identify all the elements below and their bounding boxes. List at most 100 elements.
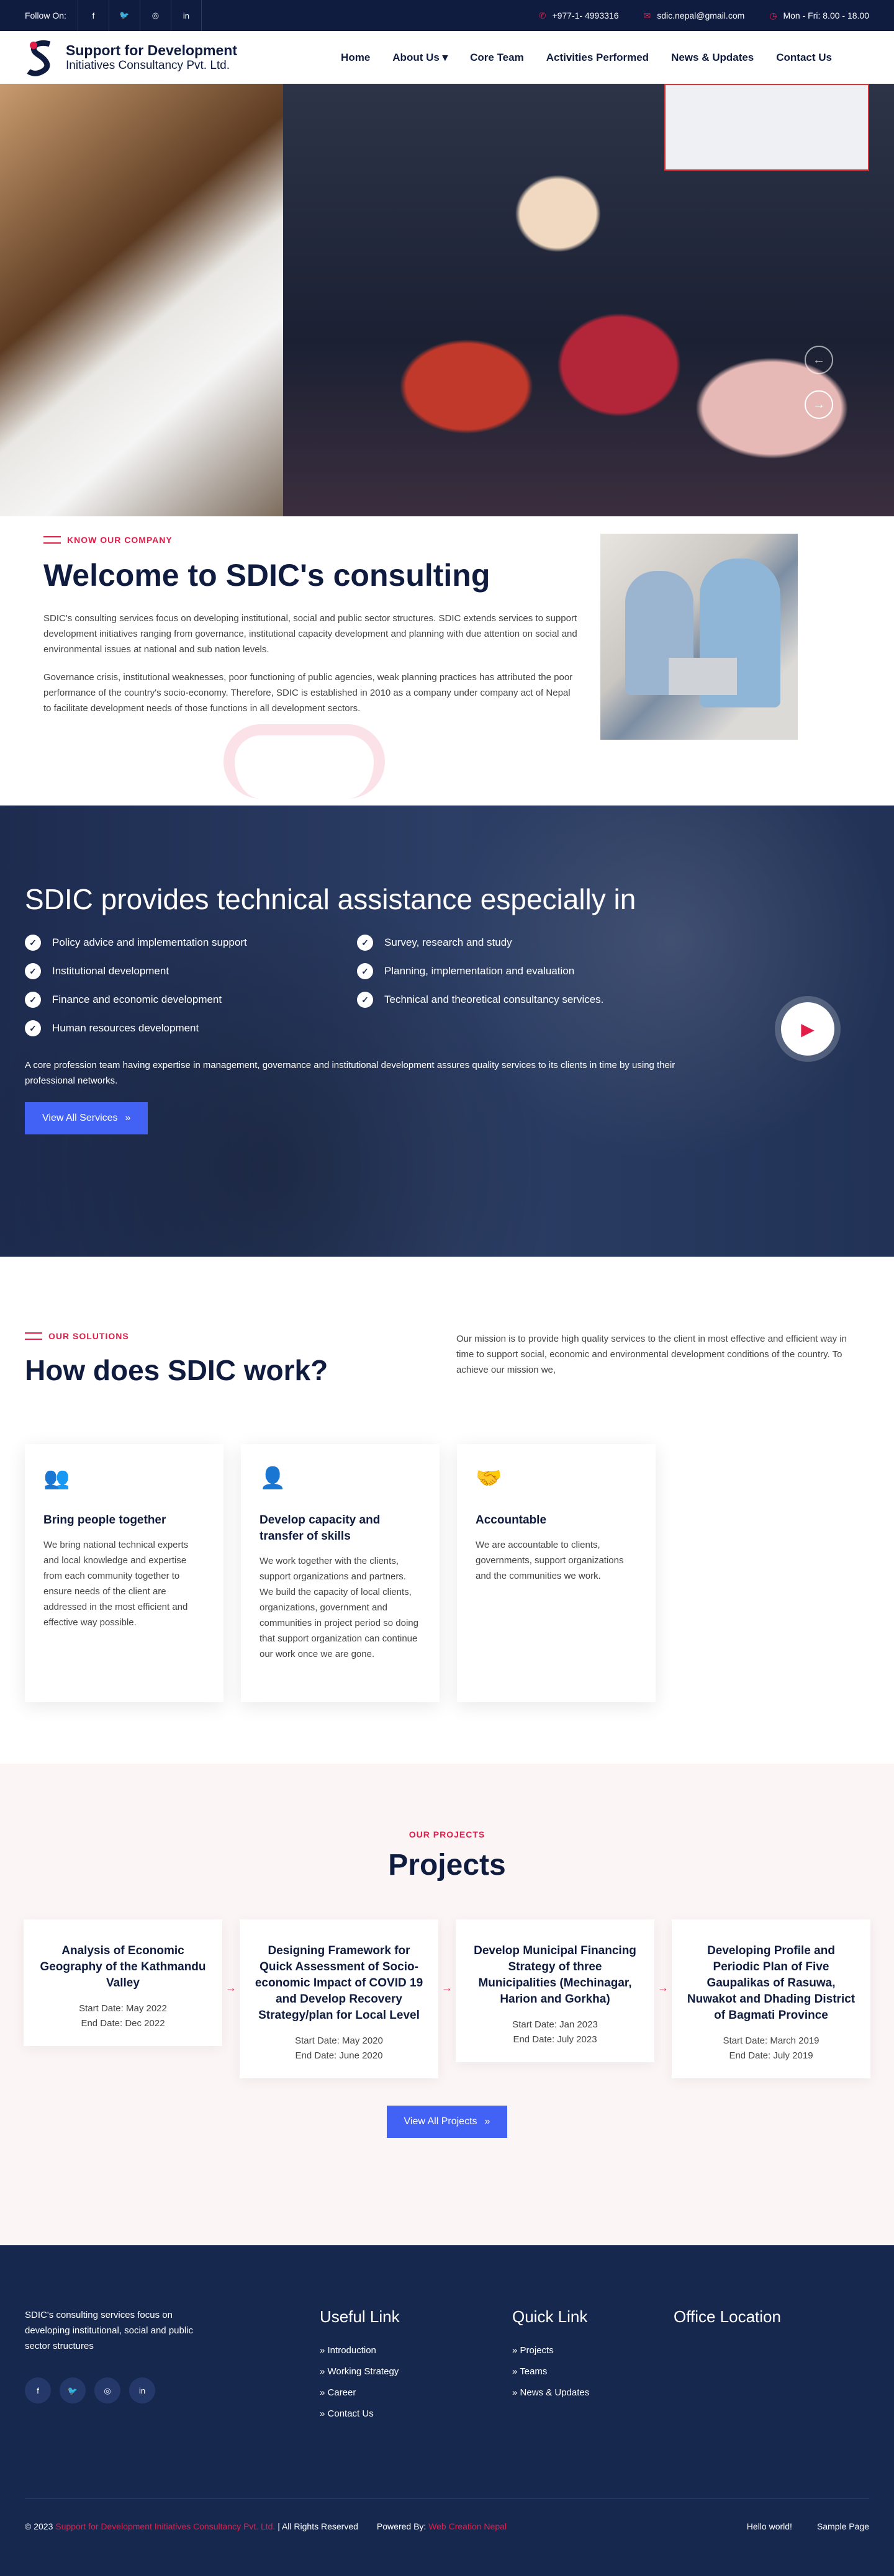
footer-bottom-links: Hello world! Sample Page <box>747 2521 869 2531</box>
footer-link[interactable]: » Contact Us <box>320 2408 512 2419</box>
check-icon: ✓ <box>25 963 41 979</box>
tech-description: A core profession team having expertise … <box>25 1060 675 1086</box>
hero-slider: ← → <box>0 84 894 516</box>
linkedin-icon[interactable]: in <box>170 0 202 31</box>
check-icon: ✓ <box>25 1020 41 1036</box>
card-title: Bring people together <box>43 1514 166 1527</box>
logo-line-1: Support for Development <box>66 42 238 58</box>
service-item: ✓ Policy advice and implementation suppor… <box>25 935 357 951</box>
mail-icon: ✉ <box>643 10 651 20</box>
facebook-icon[interactable]: f <box>25 2377 51 2403</box>
copyright-rights: | All Rights Reserved <box>278 2521 358 2531</box>
service-item: ✓ Planning, implementation and evaluation <box>357 963 689 979</box>
service-item: ✓ Survey, research and study <box>357 935 689 951</box>
decorative-shape <box>224 724 385 799</box>
project-end: End Date: Dec 2022 <box>81 2018 165 2029</box>
solution-card: 🤝 Accountable We are accountable to clie… <box>457 1444 656 1702</box>
check-icon: ✓ <box>25 935 41 951</box>
email-text: sdic.nepal@gmail.com <box>657 11 745 20</box>
nav-home[interactable]: Home <box>341 52 370 64</box>
copyright-company-link[interactable]: Support for Development Initiatives Cons… <box>55 2521 275 2531</box>
nav-contact[interactable]: Contact Us <box>776 52 832 64</box>
projects-kicker: OUR PROJECTS <box>409 1829 485 1839</box>
footer-link-label: Contact Us <box>327 2408 374 2419</box>
site-footer: SDIC's consulting services focus on deve… <box>0 2245 894 2576</box>
footer-link-label: Projects <box>520 2345 554 2356</box>
arrow-right-icon: → <box>441 1981 453 1994</box>
footer-link-label: Introduction <box>327 2345 376 2356</box>
slider-prev-icon[interactable]: ← <box>805 346 833 374</box>
service-label: Technical and theoretical consultancy se… <box>384 994 604 1005</box>
footer-bottom-link[interactable]: Sample Page <box>817 2521 869 2531</box>
footer-social: f 🐦 ◎ in <box>25 2377 320 2403</box>
slider-next-icon[interactable]: → <box>805 390 833 419</box>
view-all-projects-button[interactable]: View All Projects » <box>386 2106 508 2138</box>
footer-link[interactable]: » Working Strategy <box>320 2366 512 2377</box>
footer-link[interactable]: » Introduction <box>320 2345 512 2356</box>
phone-info[interactable]: ✆ +977-1- 4993316 <box>539 11 619 21</box>
welcome-section: KNOW OUR COMPANY Welcome to SDIC's consu… <box>0 516 894 806</box>
footer-link[interactable]: » Teams <box>512 2366 674 2377</box>
nav-about-us[interactable]: About Us ▾ <box>392 52 448 64</box>
email-info[interactable]: ✉ sdic.nepal@gmail.com <box>643 11 744 21</box>
footer-about: SDIC's consulting services focus on deve… <box>25 2310 194 2351</box>
project-end: End Date: July 2019 <box>729 2050 813 2061</box>
project-title: Develop Municipal Financing Strategy of … <box>474 1944 636 2006</box>
chevron-right-icon: » <box>484 2116 490 2127</box>
contact-info: ✆ +977-1- 4993316 ✉ sdic.nepal@gmail.com ◷… <box>539 11 869 21</box>
twitter-icon[interactable]: 🐦 <box>108 0 140 31</box>
project-end: End Date: June 2020 <box>295 2050 383 2061</box>
project-card[interactable]: Develop Municipal Financing Strategy of … <box>456 1919 654 2062</box>
check-icon: ✓ <box>357 992 373 1008</box>
footer-bottom-link[interactable]: Hello world! <box>747 2521 792 2531</box>
tech-title: SDIC provides technical assistance espec… <box>25 883 636 915</box>
play-video-icon[interactable]: ▶ <box>781 1002 834 1056</box>
project-card[interactable]: Analysis of Economic Geography of the Ka… <box>24 1919 222 2046</box>
phone-icon: ✆ <box>538 10 546 20</box>
project-start: Start Date: May 2022 <box>79 2003 167 2014</box>
hero-banner-sign <box>664 84 869 171</box>
footer-link[interactable]: » Career <box>320 2387 512 2398</box>
footer-link[interactable]: » News & Updates <box>512 2387 674 2398</box>
project-title: Analysis of Economic Geography of the Ka… <box>40 1944 206 1990</box>
facebook-icon[interactable]: f <box>77 0 109 31</box>
footer-link[interactable]: » Projects <box>512 2345 674 2356</box>
social-links: f 🐦 ◎ in <box>77 0 202 31</box>
powered-label: Powered By: <box>376 2521 427 2531</box>
project-card[interactable]: Developing Profile and Periodic Plan of … <box>672 1919 870 2078</box>
check-icon: ✓ <box>357 935 373 951</box>
service-label: Human resources development <box>52 1022 199 1034</box>
project-title: Developing Profile and Periodic Plan of … <box>687 1944 856 2022</box>
nav-activities[interactable]: Activities Performed <box>546 52 649 64</box>
hours-text: Mon - Fri: 8.00 - 18.00 <box>783 11 869 20</box>
card-text: We bring national technical experts and … <box>43 1540 189 1628</box>
projects-section: OUR PROJECTS Projects Analysis of Econom… <box>0 1764 894 2245</box>
footer-link-label: News & Updates <box>520 2387 590 2398</box>
nav-core-team[interactable]: Core Team <box>470 52 524 64</box>
nav-news[interactable]: News & Updates <box>671 52 754 64</box>
hero-photo-left <box>0 84 286 516</box>
powered-by-link[interactable]: Web Creation Nepal <box>428 2521 507 2531</box>
welcome-paragraph-1: SDIC's consulting services focus on deve… <box>43 613 577 655</box>
service-label: Survey, research and study <box>384 936 512 948</box>
twitter-icon[interactable]: 🐦 <box>60 2377 86 2403</box>
view-all-services-button[interactable]: View All Services » <box>25 1102 148 1134</box>
copyright-year: © 2023 <box>25 2521 53 2531</box>
linkedin-icon[interactable]: in <box>129 2377 155 2403</box>
caret-down-icon: ▾ <box>442 51 448 63</box>
instagram-icon[interactable]: ◎ <box>139 0 171 31</box>
card-text: We work together with the clients, suppo… <box>260 1556 418 1659</box>
project-start: Start Date: March 2019 <box>723 2035 820 2046</box>
project-card[interactable]: Designing Framework for Quick Assessment… <box>240 1919 438 2078</box>
site-logo[interactable]: Support for Development Initiatives Cons… <box>25 39 237 76</box>
view-all-projects-label: View All Projects <box>404 2116 477 2127</box>
project-start: Start Date: Jan 2023 <box>512 2019 598 2030</box>
check-icon: ✓ <box>25 992 41 1008</box>
card-text: We are accountable to clients, governmen… <box>476 1540 624 1581</box>
projects-title: Projects <box>388 1849 506 1882</box>
hours-info: ◷ Mon - Fri: 8.00 - 18.00 <box>769 11 869 21</box>
service-label: Institutional development <box>52 965 169 977</box>
clock-icon: ◷ <box>769 10 777 20</box>
instagram-icon[interactable]: ◎ <box>94 2377 120 2403</box>
useful-links-title: Useful Link <box>320 2307 400 2326</box>
